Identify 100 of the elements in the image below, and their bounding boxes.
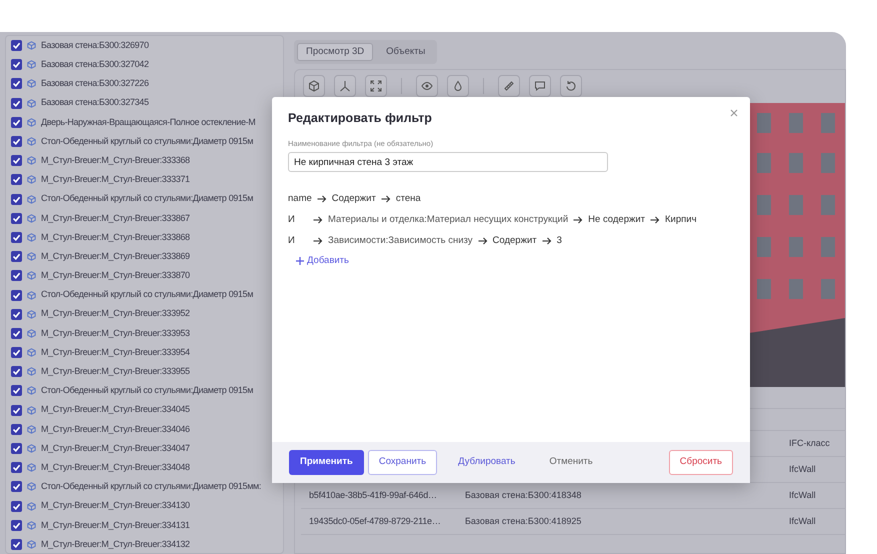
cube-icon [27, 271, 36, 280]
checkbox[interactable] [11, 424, 22, 435]
drop-button[interactable] [447, 75, 469, 98]
cube-icon [27, 540, 36, 549]
comment-icon [534, 80, 546, 92]
cube-icon [27, 98, 36, 108]
add-condition-link[interactable]: Добавить [296, 254, 349, 268]
object-name: Базовая стена:Б300:327345 [41, 96, 149, 110]
condition-field: Материалы и отделка:Материал несущих конструкций [328, 213, 568, 228]
arrow-icon [478, 237, 488, 246]
object-name: М_Стул-Breuer:М_Стул-Breuer:334131 [41, 518, 190, 532]
checkbox[interactable] [11, 520, 22, 531]
condition-value: Кирпич [665, 213, 697, 228]
table-cell: IfcWall [789, 464, 816, 474]
expand-button[interactable] [365, 75, 387, 98]
checkbox[interactable] [11, 98, 22, 109]
cube-icon [27, 406, 36, 415]
object-name: М_Стул-Breuer:М_Стул-Breuer:333954 [41, 346, 190, 359]
condition-field: name [288, 192, 312, 206]
checkbox[interactable] [11, 270, 22, 282]
table-cell: Базовая стена:Б300:418348 [465, 490, 582, 500]
cube-icon [308, 80, 320, 92]
plus-icon [296, 257, 304, 266]
cancel-link[interactable]: Отменить [538, 450, 604, 475]
arrow-icon [313, 216, 323, 224]
table-cell: 19435dc0-05ef-4789-8729-211e… [309, 516, 441, 526]
reset-button[interactable]: Сбросить [668, 450, 733, 475]
object-name: Базовая стена:Б300:327226 [41, 77, 149, 90]
checkbox[interactable] [11, 385, 22, 396]
duplicate-link[interactable]: Дублировать [447, 450, 526, 475]
cube-icon [27, 137, 36, 146]
object-name: М_Стул-Breuer:М_Стул-Breuer:334132 [41, 538, 190, 551]
cube-icon [27, 252, 36, 262]
checkbox[interactable] [11, 116, 22, 128]
checkbox[interactable] [11, 462, 22, 474]
object-name: Стол-Обеденный круглый со стульями:Диаметр 0915м [41, 134, 254, 148]
checkbox[interactable] [11, 194, 22, 205]
checkbox[interactable] [11, 500, 22, 512]
object-name: М_Стул-Breuer:М_Стул-Breuer:333867 [41, 212, 190, 225]
checkbox[interactable] [11, 155, 22, 166]
cube-icon [27, 156, 36, 166]
cube-icon [27, 60, 36, 70]
object-name: Стол-Обеденный круглый со стульями:Диаметр 0915м [41, 192, 254, 206]
object-name: М_Стул-Breuer:М_Стул-Breuer:333955 [41, 365, 190, 378]
checkbox[interactable] [11, 232, 22, 243]
checkbox[interactable] [11, 174, 22, 186]
condition-field: Зависимости:Зависимость снизу [328, 234, 473, 248]
undo-button[interactable] [560, 75, 582, 98]
arrow-icon [542, 237, 552, 246]
object-name: Стол-Обеденный круглый со стульями:Диаметр 0915м [41, 384, 254, 398]
checkbox[interactable] [11, 59, 22, 70]
checkbox[interactable] [11, 366, 22, 378]
eye-button[interactable] [416, 75, 438, 98]
object-name: М_Стул-Breuer:М_Стул-Breuer:333869 [41, 250, 190, 263]
cube-button[interactable] [303, 75, 325, 98]
table-cell: b5f410ae-38b5-41f9-99af-646d… [309, 490, 437, 500]
checkbox[interactable] [11, 347, 22, 358]
condition-connector: И [288, 234, 296, 248]
object-name: М_Стул-Breuer:М_Стул-Breuer:334047 [41, 442, 190, 455]
checkbox[interactable] [11, 136, 22, 148]
close-icon [730, 109, 738, 118]
cube-icon [27, 482, 36, 492]
object-name: М_Стул-Breuer:М_Стул-Breuer:333868 [41, 230, 190, 244]
object-name: М_Стул-Breuer:М_Стул-Breuer:333953 [41, 326, 190, 340]
view-tab[interactable]: Просмотр 3D [297, 43, 374, 62]
object-name: Базовая стена:Б300:327042 [41, 58, 149, 72]
checkbox[interactable] [11, 481, 22, 492]
checkbox[interactable] [11, 78, 22, 90]
checkbox[interactable] [11, 443, 22, 454]
checkbox[interactable] [11, 538, 22, 550]
arrow-icon [380, 195, 391, 204]
cube-icon [27, 424, 36, 434]
view-tab[interactable]: Объекты [377, 43, 434, 62]
cube-icon [27, 328, 36, 338]
save-button[interactable]: Сохранить [368, 450, 438, 475]
eye-icon [421, 80, 433, 92]
axes-button[interactable] [334, 75, 356, 98]
cube-icon [27, 520, 36, 530]
apply-button[interactable]: Применить [289, 450, 364, 475]
checkbox[interactable] [11, 290, 22, 301]
checkbox[interactable] [11, 328, 22, 339]
object-name: Базовая стена:Б300:326970 [41, 38, 149, 52]
comment-button[interactable] [529, 75, 551, 98]
ruler-button[interactable] [498, 75, 520, 98]
filter-name-field[interactable]: Не кирпичная стена 3 этаж [288, 152, 608, 172]
checkbox[interactable] [11, 308, 22, 320]
object-name: М_Стул-Breuer:М_Стул-Breuer:333371 [41, 173, 190, 186]
drop-icon [452, 80, 464, 92]
cube-icon [27, 444, 36, 454]
expand-icon [370, 80, 382, 92]
arrow-icon [313, 237, 323, 246]
cube-icon [27, 290, 36, 300]
cube-icon [27, 118, 36, 127]
checkbox[interactable] [11, 251, 22, 262]
arrow-icon [316, 195, 327, 204]
ruler-icon [503, 80, 515, 92]
object-name: М_Стул-Breuer:М_Стул-Breuer:334045 [41, 403, 190, 416]
checkbox[interactable] [11, 212, 22, 224]
checkbox[interactable] [11, 404, 22, 416]
checkbox[interactable] [11, 40, 22, 52]
